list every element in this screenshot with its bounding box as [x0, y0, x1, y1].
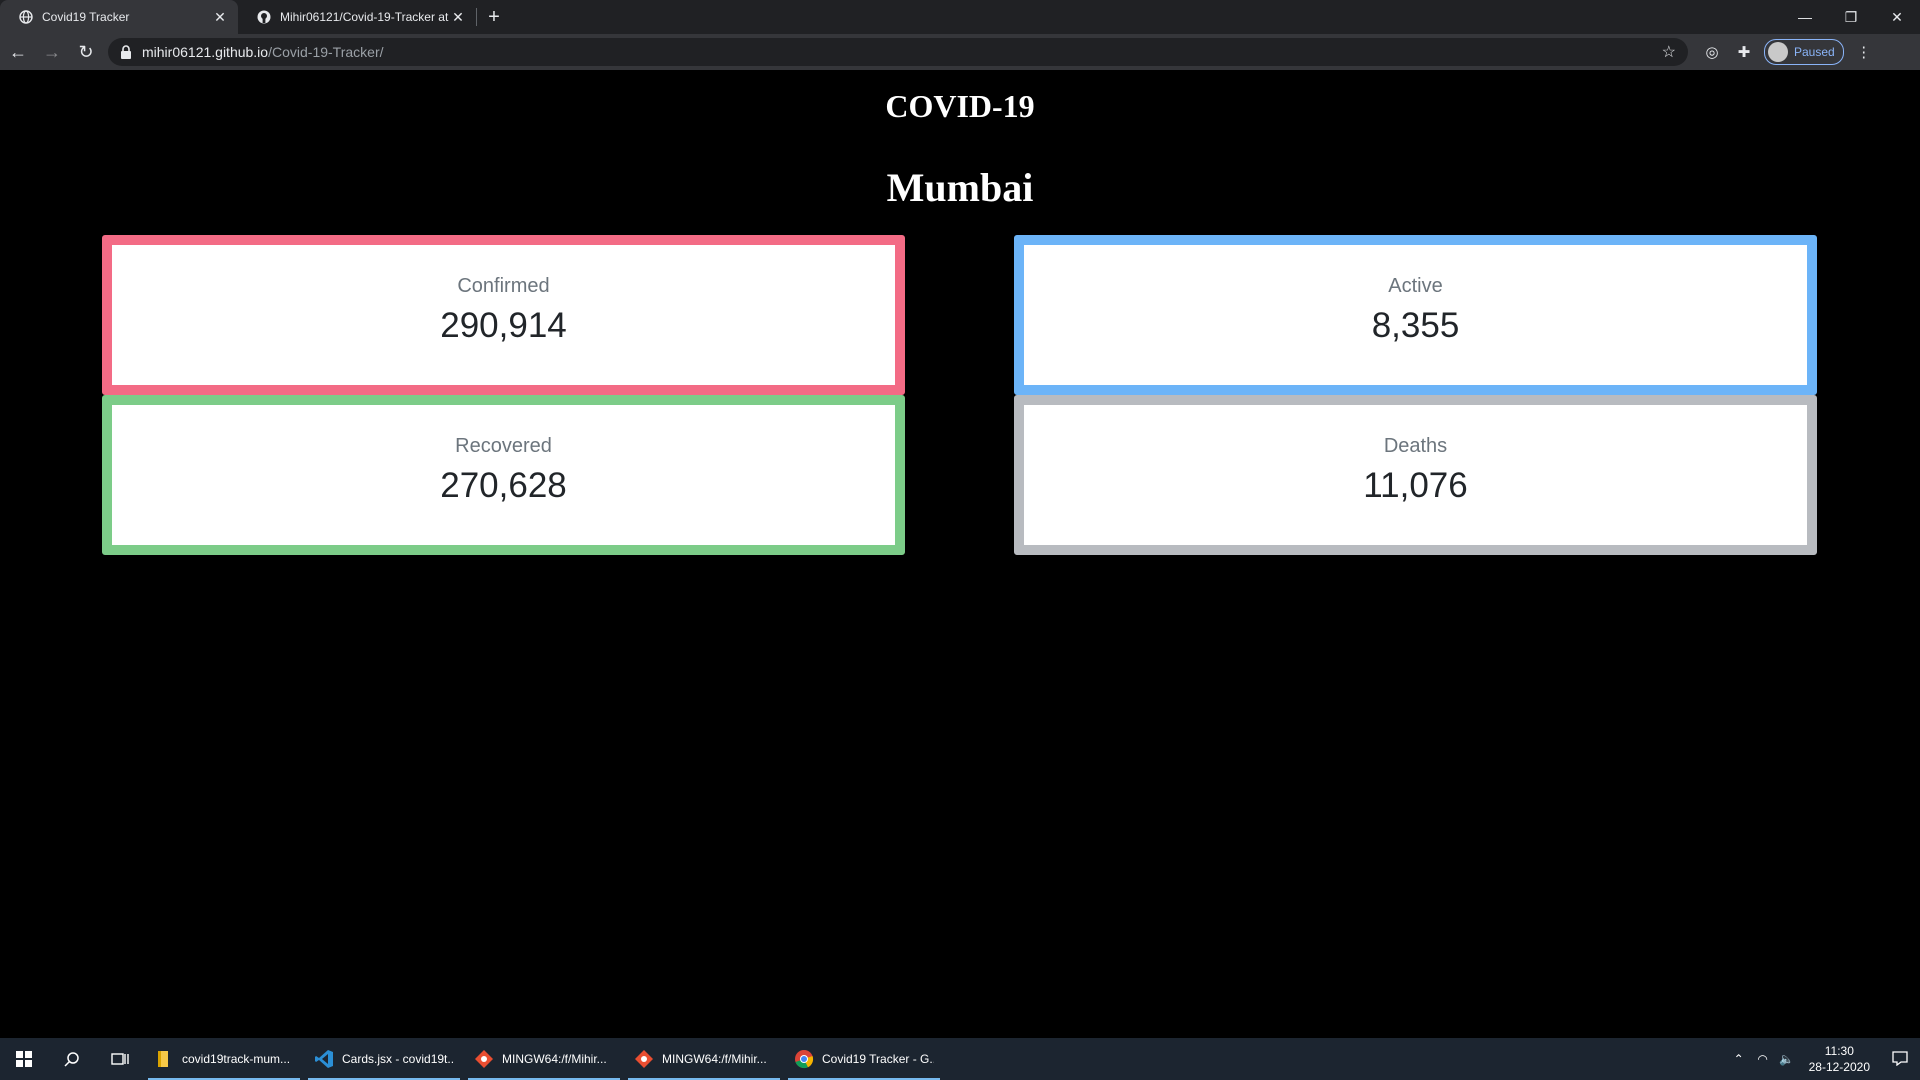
vscode-icon	[315, 1050, 333, 1068]
tab-title: Covid19 Tracker	[42, 10, 130, 24]
window-controls: — ❐ ✕	[1782, 0, 1920, 34]
system-tray: ⌃ ◠ 🔈 11:30 28-12-2020	[1727, 1038, 1920, 1080]
windows-taskbar: covid19track-mum... Cards.jsx - covid19t…	[0, 1038, 1920, 1080]
taskbar-app-title: covid19track-mum...	[182, 1052, 291, 1066]
active-card: Active 8,355	[1014, 235, 1817, 395]
new-tab-button[interactable]: +	[477, 0, 511, 34]
profile-button[interactable]: Paused	[1764, 39, 1844, 65]
card-label: Deaths	[1383, 435, 1448, 457]
city-heading: Mumbai	[886, 165, 1034, 210]
folder-icon	[158, 1051, 168, 1067]
chevron-up-icon[interactable]: ⌃	[1727, 1052, 1751, 1066]
clock-time: 11:30	[1824, 1044, 1854, 1058]
close-tab-icon[interactable]: ✕	[212, 9, 228, 26]
taskbar-app-chrome[interactable]: Covid19 Tracker - G...	[784, 1038, 944, 1080]
browser-toolbar: ← → ↻ mihir06121.github.io/Covid-19-Trac…	[0, 34, 1920, 70]
clock[interactable]: 11:30 28-12-2020	[1799, 1043, 1880, 1075]
task-view-icon[interactable]	[96, 1038, 144, 1080]
confirmed-card: Confirmed 290,914	[102, 235, 905, 395]
deaths-card: Deaths 11,076	[1014, 395, 1817, 555]
card-label: Active	[1388, 275, 1443, 297]
recovered-card: Recovered 270,628	[102, 395, 905, 555]
avatar	[1768, 42, 1788, 62]
card-value: 270,628	[440, 466, 567, 505]
back-arrow-icon[interactable]: ←	[2, 36, 34, 68]
tab-covid19-tracker[interactable]: Covid19 Tracker ✕	[0, 0, 238, 34]
card-value: 290,914	[440, 306, 567, 345]
close-window-icon[interactable]: ✕	[1874, 0, 1920, 34]
git-bash-icon	[635, 1050, 653, 1068]
puzzle-extensions-icon[interactable]: ✚	[1728, 36, 1760, 68]
forward-arrow-icon[interactable]: →	[36, 36, 68, 68]
page-title: COVID-19	[885, 88, 1035, 124]
card-label: Recovered	[455, 435, 552, 457]
github-icon	[256, 9, 272, 25]
tab-github-repo[interactable]: Mihir06121/Covid-19-Tracker at ✕	[238, 0, 476, 34]
lock-icon	[121, 45, 131, 59]
clock-date: 28-12-2020	[1808, 1060, 1870, 1074]
taskbar-app-title: Covid19 Tracker - G...	[822, 1052, 934, 1066]
git-bash-icon	[475, 1050, 493, 1068]
taskbar-app-explorer[interactable]: covid19track-mum...	[144, 1038, 304, 1080]
card-label: Confirmed	[457, 275, 550, 297]
notification-icon[interactable]	[1880, 1050, 1920, 1069]
globe-icon	[18, 9, 34, 25]
tab-strip: Covid19 Tracker ✕ Mihir06121/Covid-19-Tr…	[0, 0, 1920, 34]
minimize-icon[interactable]: —	[1782, 0, 1828, 34]
taskbar-app-title: MINGW64:/f/Mihir...	[502, 1052, 607, 1066]
menu-kebab-icon[interactable]: ⋮	[1848, 36, 1880, 68]
page-content: COVID-19 Mumbai Confirmed 290,914 Active…	[0, 70, 1920, 1038]
windows-start-icon[interactable]	[0, 1038, 48, 1080]
address-bar[interactable]: mihir06121.github.io/Covid-19-Tracker/ ☆	[108, 38, 1688, 66]
taskbar-app-title: MINGW64:/f/Mihir...	[662, 1052, 767, 1066]
taskbar-app-vscode[interactable]: Cards.jsx - covid19t...	[304, 1038, 464, 1080]
taskbar-app-git-bash-2[interactable]: MINGW64:/f/Mihir...	[624, 1038, 784, 1080]
taskbar-app-git-bash-1[interactable]: MINGW64:/f/Mihir...	[464, 1038, 624, 1080]
search-icon[interactable]	[48, 1038, 96, 1080]
network-icon[interactable]: ◠	[1751, 1052, 1775, 1066]
url-path: /Covid-19-Tracker/	[268, 44, 384, 60]
volume-icon[interactable]: 🔈	[1775, 1052, 1799, 1066]
card-value: 8,355	[1371, 306, 1460, 345]
url-host: mihir06121.github.io	[142, 44, 269, 60]
taskbar-app-title: Cards.jsx - covid19t...	[342, 1052, 454, 1066]
bookmark-star-icon[interactable]: ☆	[1662, 42, 1676, 62]
extension-circle-icon[interactable]: ◎	[1696, 36, 1728, 68]
restore-icon[interactable]: ❐	[1828, 0, 1874, 34]
card-value: 11,076	[1363, 466, 1468, 505]
close-tab-icon[interactable]: ✕	[450, 9, 466, 26]
profile-status: Paused	[1794, 45, 1835, 59]
chrome-icon	[795, 1050, 814, 1069]
tab-title: Mihir06121/Covid-19-Tracker at	[280, 10, 449, 24]
reload-icon[interactable]: ↻	[70, 36, 102, 68]
